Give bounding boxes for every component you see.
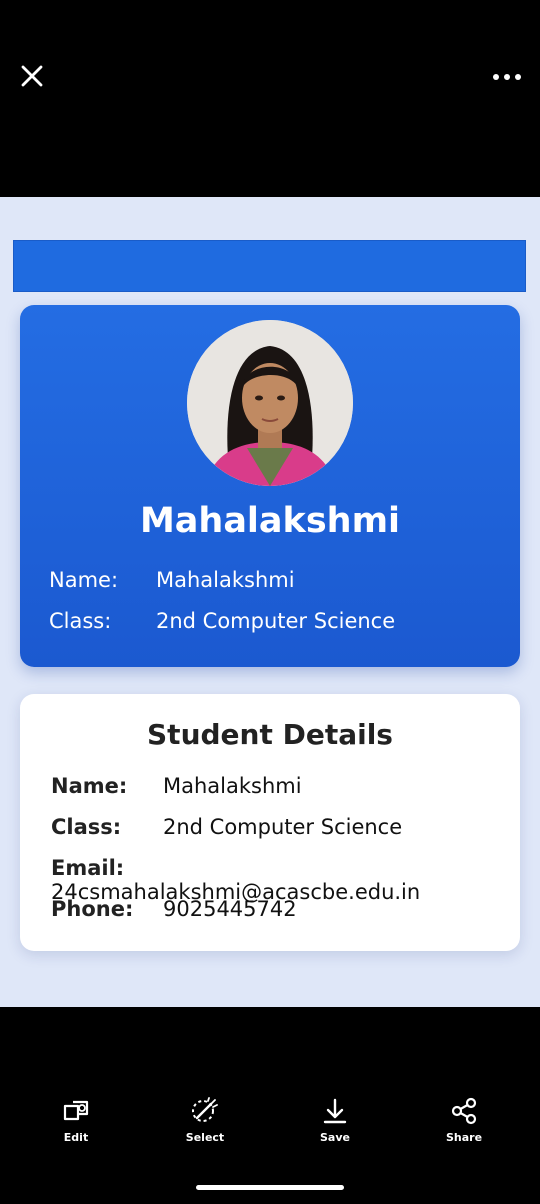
share-icon	[451, 1097, 477, 1125]
save-icon	[323, 1098, 347, 1124]
profile-card: Mahalakshmi Name: Mahalakshmi Class: 2nd C…	[20, 305, 520, 667]
close-button[interactable]	[18, 62, 48, 92]
share-label: Share	[445, 1131, 483, 1144]
student-details-card: Student Details Name: Mahalakshmi Class: 2…	[20, 694, 520, 951]
details-email-label: Email:	[51, 856, 125, 880]
select-label: Select	[185, 1131, 225, 1144]
edit-icon	[63, 1100, 89, 1121]
details-class-value: 2nd Computer Science	[163, 815, 403, 839]
more-options-button[interactable]	[488, 62, 528, 92]
details-name-label: Name:	[51, 774, 128, 798]
top-bar	[0, 0, 540, 197]
edit-button[interactable]: Edit	[36, 1097, 116, 1157]
profile-name-label: Name:	[49, 568, 119, 592]
save-label: Save	[320, 1131, 350, 1144]
more-options-icon	[493, 74, 521, 80]
close-icon	[21, 65, 43, 87]
edit-label: Edit	[63, 1131, 89, 1144]
select-button[interactable]: Select	[165, 1097, 245, 1157]
header-banner	[13, 240, 526, 292]
home-indicator[interactable]	[196, 1185, 344, 1190]
details-phone-label: Phone:	[51, 897, 134, 921]
details-title: Student Details	[147, 718, 393, 751]
avatar	[187, 320, 353, 486]
details-name-value: Mahalakshmi	[163, 774, 302, 798]
select-icon	[192, 1097, 218, 1122]
profile-name-value: Mahalakshmi	[156, 568, 295, 592]
share-button[interactable]: Share	[424, 1097, 504, 1157]
details-class-label: Class:	[51, 815, 122, 839]
details-class-row: Class: 2nd Computer Science	[51, 815, 402, 839]
image-viewer[interactable]: Mahalakshmi Name: Mahalakshmi Class: 2nd C…	[0, 197, 540, 1007]
profile-class-label: Class:	[49, 609, 112, 633]
student-photo	[187, 320, 353, 486]
profile-class-row: Class: 2nd Computer Science	[49, 609, 395, 633]
details-phone-value: 9025445742	[163, 897, 297, 921]
profile-name-heading: Mahalakshmi	[139, 501, 401, 541]
profile-name-row: Name: Mahalakshmi	[49, 568, 295, 592]
profile-class-value: 2nd Computer Science	[156, 609, 396, 633]
bottom-toolbar: Edit Select Save Share	[0, 1007, 540, 1204]
details-name-row: Name: Mahalakshmi	[51, 774, 302, 798]
details-phone-row: Phone: 9025445742	[51, 897, 297, 921]
save-button[interactable]: Save	[295, 1097, 375, 1157]
